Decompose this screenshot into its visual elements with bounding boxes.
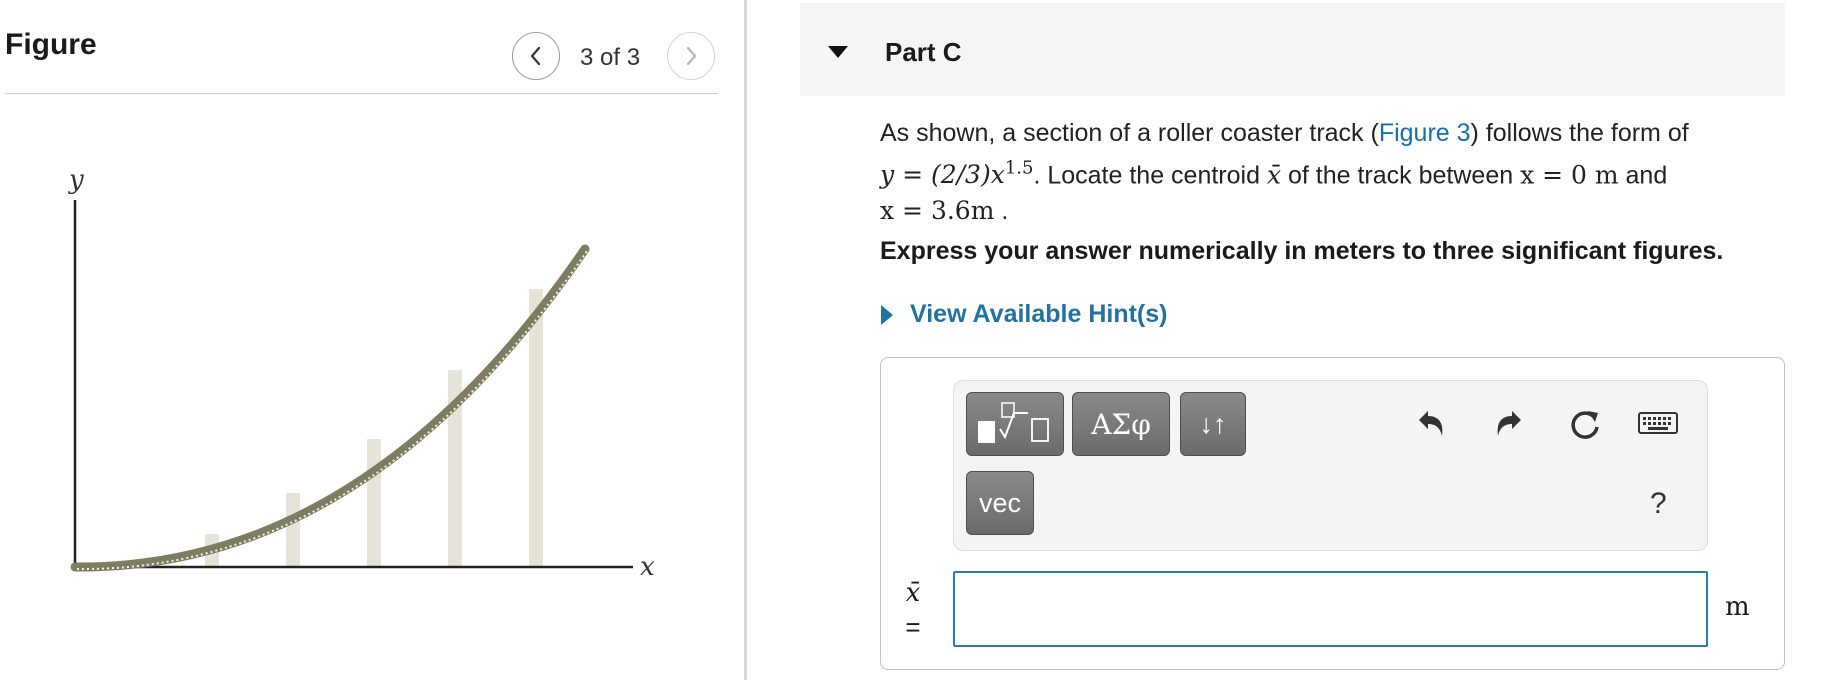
hint-label[interactable]: View Available Hint(s) (910, 300, 1167, 329)
track-support (286, 493, 300, 567)
reset-icon[interactable] (1566, 407, 1604, 445)
question-mid4: and (1618, 161, 1668, 190)
track-supports (205, 289, 543, 567)
unit-label: m (1725, 592, 1750, 622)
chevron-right-icon (686, 46, 697, 66)
caret-right-icon (881, 304, 893, 325)
chevron-left-icon (530, 46, 541, 66)
track-rail-dots (76, 250, 588, 571)
undo-icon[interactable] (1414, 407, 1448, 441)
figure-divider (5, 93, 718, 94)
equation-exponent: 1.5 (1004, 158, 1034, 179)
question-mid1: ) follows the form of (1470, 119, 1689, 147)
question-mid2: . Locate the centroid (1033, 161, 1267, 190)
help-icon[interactable]: ? (1650, 487, 1667, 521)
question-prefix: As shown, a section of a roller coaster … (880, 119, 1379, 147)
figure-title: Figure (5, 28, 97, 61)
question-text: As shown, a section of a roller coaster … (880, 116, 1750, 229)
previous-figure-button[interactable] (512, 32, 560, 80)
vector-button[interactable]: vec (966, 471, 1034, 535)
lower-bound: x = 0 m (1520, 160, 1619, 190)
figure-panel: Figure 3 of 3 y x (0, 0, 746, 680)
track-support (529, 289, 543, 567)
answer-box: ΑΣφ ↓↑ vec ? x̄ = m (880, 357, 1785, 670)
x-axis-label: x (640, 552, 655, 580)
view-hints-toggle[interactable]: View Available Hint(s) (880, 300, 1167, 329)
redo-icon[interactable] (1492, 407, 1526, 441)
next-figure-button[interactable] (667, 32, 715, 80)
equation-text: y = (2/3)x (880, 160, 1005, 190)
math-toolbar: ΑΣφ ↓↑ vec ? (953, 380, 1708, 551)
answer-variable-label: x̄ = (903, 576, 923, 644)
roller-coaster-figure: y x (68, 165, 655, 580)
centroid-symbol: x̄ (1266, 160, 1282, 190)
answer-instructions: Express your answer numerically in meter… (880, 237, 1724, 265)
keyboard-icon[interactable] (1638, 411, 1678, 437)
y-axis-label: y (68, 165, 84, 195)
greek-symbols-button[interactable]: ΑΣφ (1072, 392, 1170, 456)
answer-variable: x̄ (905, 578, 921, 608)
answer-input[interactable] (953, 571, 1708, 647)
track-support (367, 439, 381, 567)
panel-separator (744, 0, 747, 680)
answer-equals: = (905, 612, 921, 642)
part-header[interactable]: Part C (800, 3, 1785, 96)
arrows-button[interactable]: ↓↑ (1180, 392, 1246, 456)
part-title: Part C (885, 37, 962, 67)
templates-button[interactable] (966, 392, 1064, 456)
figure-link[interactable]: Figure 3 (1379, 119, 1471, 147)
upper-bound: x = 3.6m (880, 196, 995, 226)
roller-coaster-track (70, 244, 590, 572)
question-suffix: . (994, 197, 1009, 226)
caret-down-icon[interactable] (827, 45, 849, 59)
figure-page-counter: 3 of 3 (580, 44, 641, 71)
fraction-root-icon (978, 402, 1049, 443)
equation: y = (2/3)x1.5 (880, 158, 1034, 190)
question-mid3: of the track between (1281, 161, 1521, 190)
